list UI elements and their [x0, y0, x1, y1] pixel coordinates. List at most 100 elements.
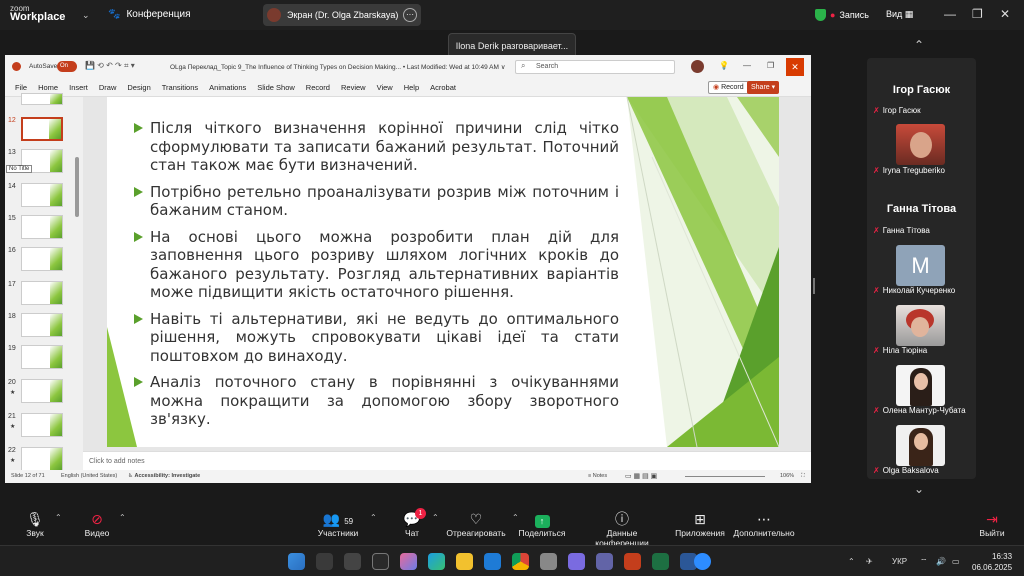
- slide-thumbnail[interactable]: [21, 413, 63, 437]
- close-icon[interactable]: ✕: [1000, 7, 1010, 21]
- viber-icon[interactable]: [568, 553, 585, 570]
- slide-thumbnail-selected[interactable]: [21, 117, 63, 141]
- participant-video[interactable]: [896, 425, 945, 466]
- accessibility-status[interactable]: ♿ Accessibility: Investigate: [128, 470, 200, 483]
- fit-slide-icon[interactable]: ⛶: [801, 470, 805, 483]
- notes-toggle[interactable]: ≡ Notes: [588, 470, 607, 483]
- minimize-icon[interactable]: —: [944, 7, 956, 21]
- minimize-icon[interactable]: —: [743, 61, 751, 70]
- tab-slide-show[interactable]: Slide Show: [257, 83, 295, 92]
- record-button[interactable]: ◉ Record: [708, 81, 749, 94]
- teams-icon[interactable]: [596, 553, 613, 570]
- restore-icon[interactable]: ❐: [767, 61, 774, 70]
- meeting-info-button[interactable]: ⓘ Данные конференции: [582, 510, 662, 548]
- notes-pane[interactable]: Click to add notes: [83, 451, 811, 470]
- document-title[interactable]: OLga Переклад_Topic 9_The Influence of T…: [170, 63, 505, 71]
- autosave-toggle[interactable]: On: [57, 61, 77, 72]
- excel-icon[interactable]: [652, 553, 669, 570]
- leave-button[interactable]: ⇥ Выйти: [952, 510, 1024, 538]
- clock-date: 06.06.2025: [972, 563, 1013, 572]
- scroll-up-icon[interactable]: ⌃: [914, 38, 924, 52]
- tab-review[interactable]: Review: [341, 83, 366, 92]
- close-icon[interactable]: ✕: [786, 58, 804, 76]
- powerpoint-icon[interactable]: [624, 553, 641, 570]
- autosave-label: AutoSave: [29, 63, 58, 70]
- slide-thumbnail[interactable]: [21, 281, 63, 305]
- slide-thumbnail[interactable]: [21, 379, 63, 403]
- current-slide[interactable]: Після чіткого визначення корінної причин…: [107, 97, 779, 447]
- recording-label: Запись: [839, 10, 869, 20]
- participant-video[interactable]: [896, 305, 945, 346]
- share-button[interactable]: Share ▾: [747, 81, 780, 94]
- participant-video[interactable]: [896, 365, 945, 406]
- clock[interactable]: 16:33 06.06.2025: [972, 551, 1012, 573]
- slide-thumbnail[interactable]: [21, 447, 63, 471]
- user-avatar[interactable]: [691, 60, 704, 73]
- copilot-icon[interactable]: [400, 553, 417, 570]
- desktop-icon[interactable]: [372, 553, 389, 570]
- tab-transitions[interactable]: Transitions: [162, 83, 198, 92]
- task-view-icon[interactable]: [344, 553, 361, 570]
- view-mode-icons[interactable]: ▭ ▦ ▤ ▣: [625, 470, 657, 483]
- tab-animations[interactable]: Animations: [209, 83, 246, 92]
- tray-chevron-icon[interactable]: ⌃: [848, 557, 855, 566]
- lightbulb-icon[interactable]: 💡: [719, 61, 729, 70]
- view-button[interactable]: Вид ▦: [886, 9, 913, 20]
- app-icon[interactable]: [540, 553, 557, 570]
- language-indicator[interactable]: УКР: [892, 557, 907, 566]
- face-shape: [910, 132, 932, 158]
- tab-acrobat[interactable]: Acrobat: [430, 83, 456, 92]
- exit-icon: ⇥: [986, 511, 998, 527]
- tab-record[interactable]: Record: [306, 83, 330, 92]
- tab-view[interactable]: View: [377, 83, 393, 92]
- recording-indicator[interactable]: ● Запись: [815, 9, 869, 21]
- tab-draw[interactable]: Draw: [99, 83, 117, 92]
- language-status[interactable]: English (United States): [61, 470, 117, 483]
- chrome-icon[interactable]: [512, 553, 529, 570]
- wifi-icon[interactable]: ⌔: [920, 557, 928, 567]
- chevron-up-icon[interactable]: ⌃: [119, 513, 126, 522]
- slide-thumbnail[interactable]: [21, 247, 63, 271]
- search-input[interactable]: Search: [515, 60, 675, 74]
- volume-icon[interactable]: 🔊: [936, 557, 946, 566]
- restore-icon[interactable]: ❐: [972, 7, 983, 21]
- tab-home[interactable]: Home: [38, 83, 58, 92]
- more-icon[interactable]: ···: [403, 8, 417, 22]
- tab-help[interactable]: Help: [404, 83, 419, 92]
- battery-icon[interactable]: ▭: [952, 557, 960, 566]
- participant-video[interactable]: [896, 124, 945, 165]
- zoom-level[interactable]: 106%: [780, 470, 794, 483]
- participants-count: 59: [344, 517, 354, 526]
- conference-button[interactable]: 🐾 Конференция: [108, 9, 191, 20]
- more-button[interactable]: ⋯ Дополнительно: [724, 510, 804, 538]
- tab-insert[interactable]: Insert: [69, 83, 88, 92]
- bullet-item: Після чіткого визначення корінної причин…: [131, 119, 619, 175]
- tab-design[interactable]: Design: [127, 83, 150, 92]
- scroll-down-icon[interactable]: ⌄: [914, 482, 924, 496]
- slide-thumbnail[interactable]: [21, 215, 63, 239]
- slide-thumbnail[interactable]: [21, 93, 63, 105]
- screen-share-pill[interactable]: Экран (Dr. Olga Zbarskaya) ···: [263, 4, 421, 26]
- video-button[interactable]: ⊘ Видео ⌃: [57, 510, 137, 538]
- share-screen-button[interactable]: ↑ Поделиться: [502, 510, 582, 538]
- network-icon[interactable]: ✈: [866, 557, 873, 566]
- thumbnails-scrollbar[interactable]: [75, 157, 79, 217]
- search-icon[interactable]: [316, 553, 333, 570]
- slide-thumbnail[interactable]: [21, 313, 63, 337]
- edge-icon[interactable]: [428, 553, 445, 570]
- slide-thumbnail[interactable]: [21, 345, 63, 369]
- zoom-icon[interactable]: [694, 553, 711, 570]
- ppt-title-bar: AutoSave On 💾 ⟲ ↶ ↷ ⌗ ▾ OLga Переклад_To…: [5, 55, 811, 79]
- participants-button[interactable]: 👥 59 Участники ⌃: [298, 510, 378, 538]
- file-explorer-icon[interactable]: [456, 553, 473, 570]
- start-icon[interactable]: [288, 553, 305, 570]
- slide-thumbnail[interactable]: [21, 183, 63, 207]
- participant-avatar-tile[interactable]: M: [896, 245, 945, 286]
- panel-resize-handle[interactable]: [813, 278, 815, 294]
- tab-file[interactable]: File: [15, 83, 27, 92]
- zoom-slider[interactable]: [685, 476, 765, 477]
- quick-access-icons[interactable]: 💾 ⟲ ↶ ↷ ⌗ ▾: [85, 61, 135, 71]
- store-icon[interactable]: [484, 553, 501, 570]
- chevron-down-icon[interactable]: ⌄: [82, 10, 90, 21]
- record-dot-icon: ●: [830, 10, 836, 20]
